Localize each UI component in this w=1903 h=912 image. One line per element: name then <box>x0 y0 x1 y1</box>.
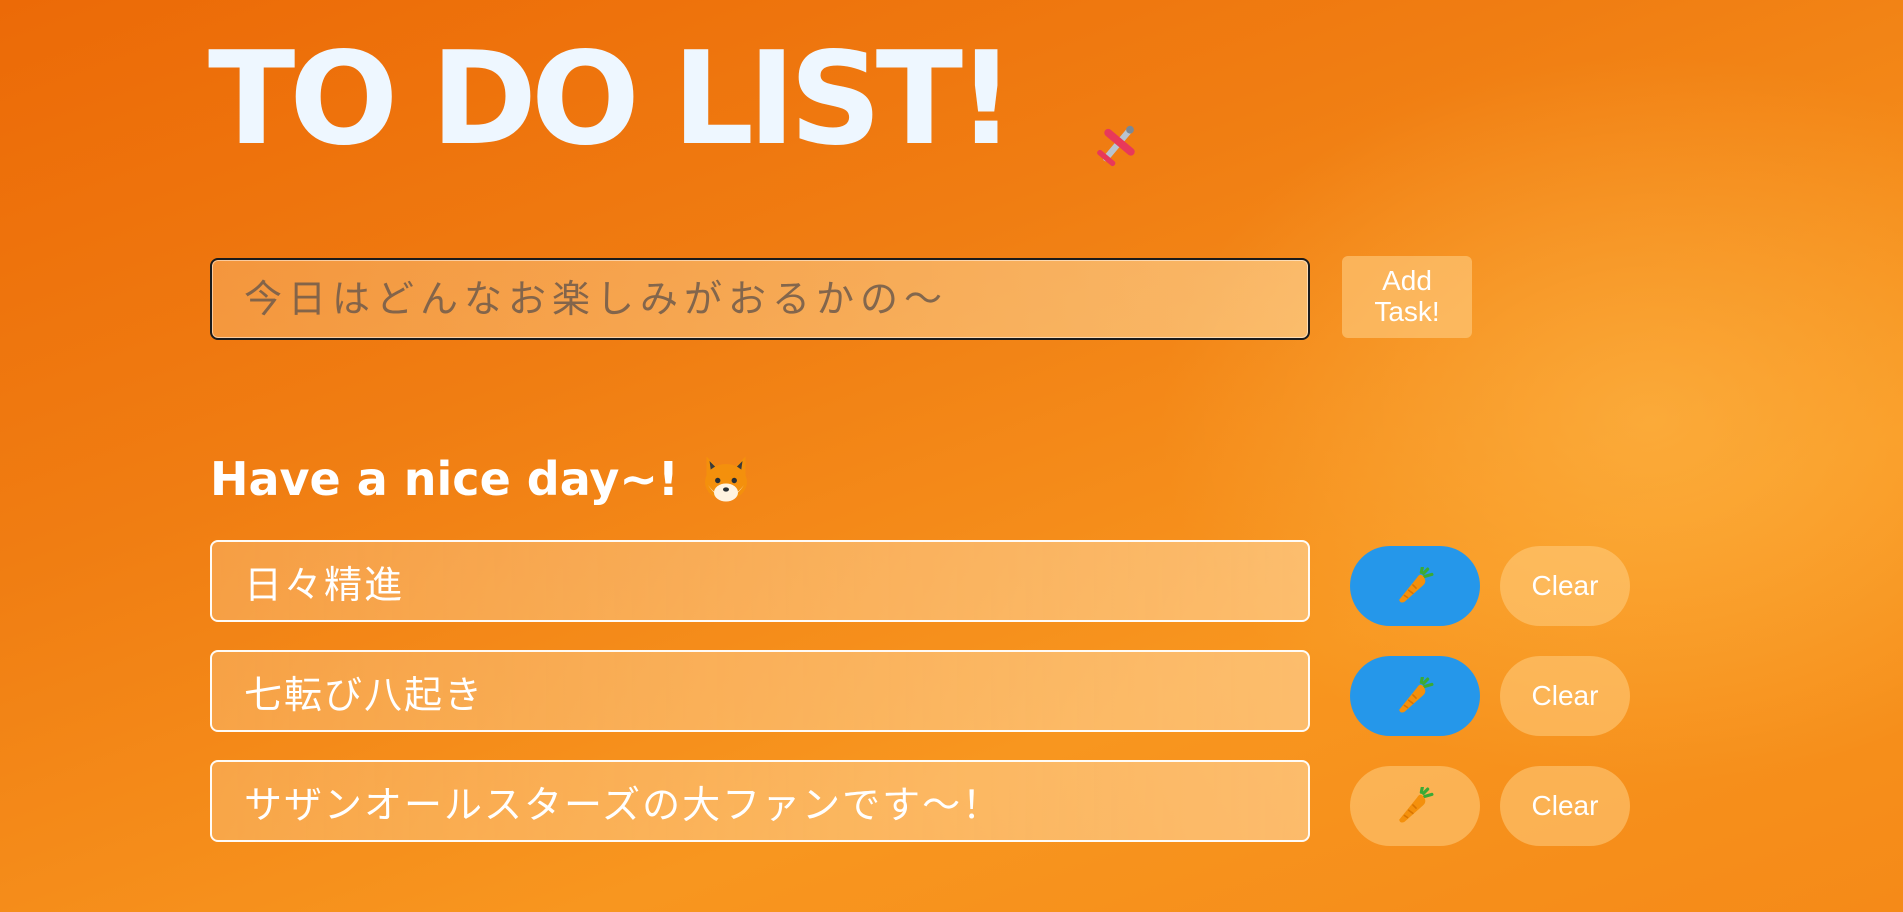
clear-task-button[interactable]: Clear <box>1500 656 1630 736</box>
task-item[interactable]: サザンオールスターズの大ファンです～！ <box>210 760 1310 842</box>
task-row: 七転び八起き Clear <box>210 650 1630 736</box>
complete-toggle-button[interactable] <box>1350 546 1480 626</box>
add-task-button[interactable]: Add Task! <box>1342 256 1472 338</box>
clear-task-button[interactable]: Clear <box>1500 766 1630 846</box>
task-row: 日々精進 Clear <box>210 540 1630 626</box>
task-text: サザンオールスターズの大ファンです～！ <box>244 782 1003 827</box>
task-item[interactable]: 日々精進 <box>210 540 1310 622</box>
new-task-input[interactable] <box>212 260 1308 338</box>
task-text: 七転び八起き <box>244 672 485 717</box>
carrot-icon <box>1399 677 1434 713</box>
task-text: 日々精進 <box>244 562 405 607</box>
clear-task-button[interactable]: Clear <box>1500 546 1630 626</box>
carrot-icon <box>1399 787 1434 823</box>
carrot-icon <box>1399 567 1434 603</box>
complete-toggle-button[interactable] <box>1350 766 1480 846</box>
airplane-icon <box>1097 125 1135 167</box>
fox-face-icon <box>704 456 747 502</box>
greeting-heading: Have a nice day~! <box>210 452 753 506</box>
greeting-text: Have a nice day~! <box>210 452 679 506</box>
task-row: サザンオールスターズの大ファンです～！ Clear <box>210 760 1630 846</box>
complete-toggle-button[interactable] <box>1350 656 1480 736</box>
task-item[interactable]: 七転び八起き <box>210 650 1310 732</box>
task-input-container <box>210 258 1310 340</box>
page-title: TO DO LIST! <box>208 25 1015 174</box>
